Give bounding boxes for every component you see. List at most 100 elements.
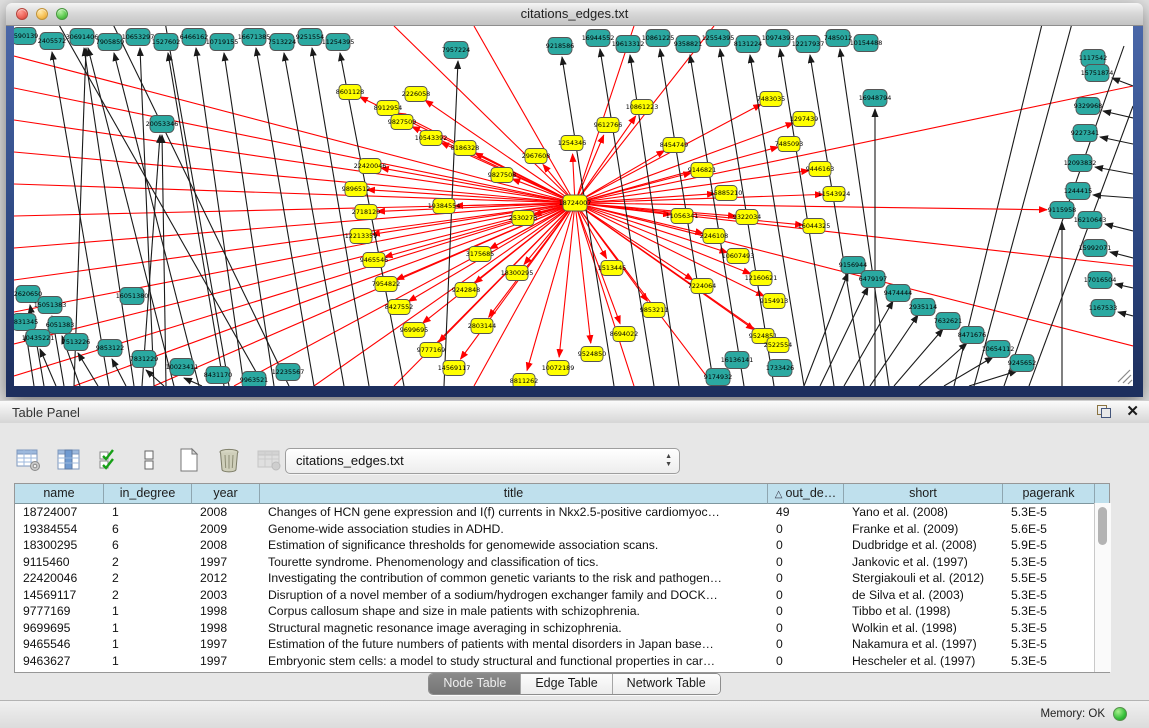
graph-node[interactable]: 6051383 (46, 317, 74, 334)
graph-node[interactable]: 9227341 (1071, 125, 1099, 142)
graph-node[interactable]: 1167533 (1089, 300, 1117, 317)
column-header-outde[interactable]: △out_de… (768, 484, 844, 504)
graph-node[interactable]: 8694022 (610, 327, 638, 342)
graph-node[interactable]: 2935114 (909, 299, 937, 316)
graph-node[interactable]: 17016504 (1084, 272, 1117, 289)
float-panel-icon[interactable] (1097, 405, 1111, 418)
graph-node[interactable]: 8912954 (374, 101, 402, 116)
graph-node[interactable]: 7483035 (757, 92, 785, 107)
graph-node[interactable]: 10607493 (722, 249, 755, 264)
graph-node[interactable]: 16944552 (582, 30, 615, 47)
graph-node[interactable]: 9963521 (240, 372, 268, 387)
tab-network-table[interactable]: Network Table (612, 674, 720, 694)
graph-node[interactable]: 8431170 (204, 367, 232, 384)
graph-node[interactable]: 8811262 (510, 374, 538, 387)
table-row[interactable]: 946554611997Estimation of the future num… (15, 636, 1109, 653)
graph-node[interactable]: 9322034 (733, 210, 761, 225)
graph-node[interactable]: 11254395 (322, 34, 355, 51)
graph-node[interactable]: 15751874 (1081, 65, 1114, 82)
table-chooser-dropdown[interactable]: citations_edges.txt ▲▼ (285, 448, 680, 474)
graph-node[interactable]: 9831345 (14, 314, 38, 331)
graph-node[interactable]: 2405572 (38, 33, 66, 50)
graph-node[interactable]: 2522554 (764, 338, 792, 353)
graph-node[interactable]: 9853122 (96, 340, 124, 357)
graph-node[interactable]: 1527602 (152, 34, 180, 51)
graph-node[interactable]: 16948794 (859, 90, 892, 107)
graph-node[interactable]: 9474444 (884, 285, 912, 302)
graph-node[interactable]: 7513224 (268, 34, 296, 51)
graph-node[interactable]: 15992071 (1079, 240, 1112, 257)
table-row[interactable]: 946362711997Embryonic stem cells: a mode… (15, 653, 1109, 670)
graph-node[interactable]: 3175685 (466, 247, 494, 262)
tab-node-table[interactable]: Node Table (429, 674, 520, 694)
graph-node[interactable]: 11543924 (818, 187, 851, 202)
graph-node[interactable]: 14569117 (438, 361, 471, 376)
table-row[interactable]: 977716911998Corpus callosum shape and si… (15, 603, 1109, 620)
graph-node[interactable]: 1117542 (1079, 50, 1107, 67)
column-header-title[interactable]: title (260, 484, 768, 504)
graph-node[interactable]: 9242848 (452, 283, 480, 298)
graph-node[interactable]: 9699695 (400, 323, 428, 338)
graph-node[interactable]: 8590139 (14, 28, 38, 45)
graph-node[interactable]: 10861223 (626, 100, 659, 115)
graph-node[interactable]: 10653297 (122, 29, 155, 46)
graph-node[interactable]: 7513226 (62, 334, 90, 351)
show-columns-icon[interactable] (54, 445, 84, 475)
graph-node[interactable]: 19384554 (428, 199, 461, 214)
graph-node[interactable]: 9245652 (1008, 355, 1036, 372)
column-header-year[interactable]: year (192, 484, 260, 504)
select-rows-icon[interactable] (94, 445, 124, 475)
table-row[interactable]: 1872400712008Changes of HCN gene express… (15, 504, 1109, 521)
graph-node[interactable]: 10435221 (22, 330, 55, 347)
graph-node[interactable]: 7957224 (442, 42, 470, 59)
graph-node[interactable]: 6479197 (859, 271, 887, 288)
graph-node[interactable]: 10072189 (542, 361, 575, 376)
graph-node[interactable]: 2226058 (402, 87, 430, 102)
graph-node[interactable]: 9329968 (1074, 98, 1102, 115)
graph-node[interactable]: 2967608 (522, 149, 550, 164)
window-titlebar[interactable]: citations_edges.txt (6, 3, 1143, 26)
graph-node[interactable]: 2803144 (468, 319, 496, 334)
graph-node[interactable]: 2718120 (352, 205, 380, 220)
graph-node[interactable]: 7905859 (96, 34, 124, 51)
graph-node[interactable]: 9612766 (594, 118, 622, 133)
graph-node[interactable]: 7485093 (775, 137, 803, 152)
graph-node[interactable]: 7632621 (934, 313, 962, 330)
graph-node[interactable]: 12093832 (1064, 155, 1097, 172)
graph-node[interactable]: 10654112 (982, 341, 1015, 358)
graph-node[interactable]: 8601128 (336, 85, 364, 100)
row-height-icon[interactable] (134, 445, 164, 475)
column-header-name[interactable]: name (15, 484, 104, 504)
graph-node[interactable]: 18724007 (559, 195, 592, 211)
graph-node[interactable]: 9853211 (640, 303, 668, 318)
table-row[interactable]: 1938455462009Genome-wide association stu… (15, 521, 1109, 538)
graph-node[interactable]: 1733426 (766, 360, 794, 377)
table-panel-header[interactable]: Table Panel ✕ (0, 400, 1149, 424)
graph-node[interactable]: 12217937 (792, 36, 825, 53)
graph-node[interactable]: 2530273 (509, 211, 537, 226)
graph-node[interactable]: 2246108 (700, 229, 728, 244)
graph-node[interactable]: 12235567 (272, 364, 305, 381)
graph-node[interactable]: 16136141 (721, 352, 754, 369)
new-table-icon[interactable] (174, 445, 204, 475)
graph-node[interactable]: 18300295 (501, 266, 534, 281)
network-canvas[interactable]: 8590139240557230691406790585910653297152… (14, 26, 1133, 386)
graph-node[interactable]: 20053346 (146, 116, 179, 133)
table-row[interactable]: 2242004622012Investigating the contribut… (15, 570, 1109, 587)
graph-node[interactable]: 8427552 (385, 300, 413, 315)
graph-node[interactable]: 30691406 (66, 29, 99, 46)
graph-node[interactable]: 9827508 (488, 168, 516, 183)
graph-node[interactable]: 10154488 (850, 35, 883, 52)
table-row[interactable]: 969969511998Structural magnetic resonanc… (15, 620, 1109, 637)
graph-node[interactable]: 8186328 (451, 141, 479, 156)
delete-rows-icon[interactable] (214, 445, 244, 475)
graph-node[interactable]: 1254346 (558, 136, 586, 151)
resize-grip[interactable] (1118, 370, 1132, 384)
table-row[interactable]: 911546021997Tourette syndrome. Phenomeno… (15, 554, 1109, 571)
graph-node[interactable]: 1513445 (598, 261, 626, 276)
graph-node[interactable]: 9358821 (674, 36, 702, 53)
graph-node[interactable]: 12554395 (702, 30, 735, 47)
close-panel-icon[interactable]: ✕ (1126, 402, 1139, 420)
graph-node[interactable]: 8471676 (958, 327, 986, 344)
graph-node[interactable]: 19613312 (612, 36, 645, 53)
